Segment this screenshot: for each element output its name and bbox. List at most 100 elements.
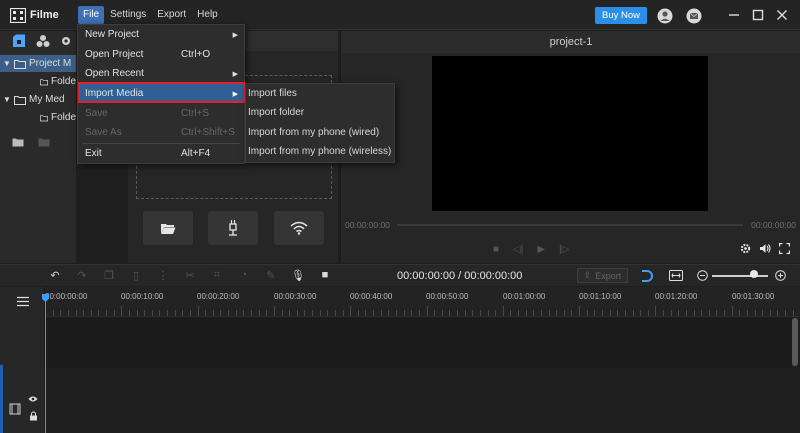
split-icon[interactable]: ⋮ (156, 269, 170, 282)
expand-arrow-icon[interactable]: ▼ (0, 95, 14, 104)
tree-item-folder[interactable]: Folde (0, 109, 76, 126)
menu-item-shortcut: Alt+F4 (181, 148, 211, 159)
settings-gear-icon[interactable] (740, 243, 751, 254)
undo-icon[interactable]: ↶ (48, 269, 62, 282)
cut-icon[interactable]: ✂ (183, 269, 197, 282)
new-folder-icon[interactable] (12, 137, 24, 147)
menu-settings[interactable]: Settings (105, 6, 151, 24)
ruler-tick (357, 310, 359, 316)
ruler-tick (243, 310, 245, 316)
import-phone-wireless-button[interactable] (274, 211, 324, 245)
play-icon[interactable]: ▶ (537, 244, 545, 255)
ruler-tick (159, 310, 161, 316)
delete-folder-icon[interactable] (38, 137, 50, 147)
copy-icon[interactable]: ❐ (102, 269, 116, 282)
menu-item-label: New Project (85, 29, 139, 40)
ruler-tick (205, 310, 207, 316)
menu-file[interactable]: File (78, 6, 105, 24)
ruler-tick (457, 310, 459, 316)
settings-tab-icon[interactable] (60, 34, 72, 48)
previous-frame-icon[interactable]: ◁| (513, 244, 523, 255)
import-phone-wired-button[interactable] (208, 211, 258, 245)
minimize-icon[interactable] (726, 7, 742, 23)
submenu-import-phone-wireless[interactable]: Import from my phone (wireless) (246, 142, 394, 161)
preview-panel: project-1 00:00:00:00 00:00:00:00 ■ ◁| ▶… (340, 31, 800, 263)
fit-timeline-icon[interactable] (669, 270, 683, 281)
media-tab-icon[interactable] (12, 34, 26, 48)
tree-item-project-media[interactable]: ▼ Project M (0, 55, 76, 72)
ruler-tick (518, 310, 520, 316)
ruler-tick (403, 310, 405, 316)
edit-pencil-icon[interactable]: ✎ (264, 269, 278, 282)
file-menu-save[interactable]: Save Ctrl+S (78, 104, 244, 123)
submenu-import-files[interactable]: Import files (246, 84, 394, 103)
submenu-import-folder[interactable]: Import folder (246, 103, 394, 122)
redo-icon[interactable]: ↷ (75, 269, 89, 282)
file-menu-open-project[interactable]: Open Project Ctrl+O (78, 45, 244, 64)
menu-help[interactable]: Help (192, 6, 223, 24)
tree-item-my-media[interactable]: ▼ My Med (0, 91, 76, 108)
expand-arrow-icon[interactable]: ▼ (0, 59, 14, 68)
video-track[interactable] (45, 318, 792, 368)
preview-current-time: 00:00:00:00 (345, 220, 390, 230)
export-button[interactable]: ⇪ Export (577, 268, 628, 283)
record-camera-icon[interactable]: ■ (318, 269, 332, 282)
visibility-eye-icon[interactable] (28, 395, 38, 403)
playback-controls: ■ ◁| ▶ |▷ (493, 244, 569, 255)
preview-scrubber[interactable] (397, 224, 743, 226)
ruler-tick (746, 310, 748, 316)
mail-icon[interactable] (686, 8, 702, 24)
folder-icon (40, 78, 48, 85)
ruler-tick (342, 310, 344, 316)
zoom-slider[interactable] (712, 275, 768, 277)
effects-tab-icon[interactable] (36, 34, 50, 48)
stop-icon[interactable]: ■ (493, 244, 499, 255)
microphone-icon[interactable]: 🎙 (291, 269, 305, 282)
ruler-tick (289, 310, 291, 316)
zoom-slider-knob[interactable] (750, 270, 758, 278)
timeline-time-display: 00:00:00:00 / 00:00:00:00 (397, 270, 523, 282)
menu-hamburger-icon[interactable] (16, 296, 30, 307)
wifi-icon (290, 221, 308, 235)
snap-magnet-icon[interactable] (640, 270, 653, 282)
file-menu-exit[interactable]: Exit Alt+F4 (78, 144, 244, 163)
submenu-import-phone-wired[interactable]: Import from my phone (wired) (246, 123, 394, 142)
audio-track[interactable] (45, 369, 792, 433)
ruler-tick (113, 310, 115, 316)
ruler-tick (266, 310, 268, 316)
fullscreen-icon[interactable] (779, 243, 790, 254)
import-folder-button[interactable] (143, 211, 193, 245)
delete-icon[interactable]: ▯ (129, 269, 143, 282)
crop-icon[interactable]: ⌗ (210, 269, 224, 282)
export-icon: ⇪ (583, 270, 592, 280)
ruler-tick (724, 310, 726, 316)
tree-item-folder[interactable]: Folde (0, 73, 76, 90)
zoom-out-icon[interactable] (697, 270, 708, 281)
menu-item-label: Save (85, 108, 108, 119)
user-account-icon[interactable] (657, 8, 673, 24)
file-menu-save-as[interactable]: Save As Ctrl+Shift+S (78, 123, 244, 142)
volume-icon[interactable] (759, 243, 771, 254)
speed-icon[interactable]: ◔ (237, 269, 251, 282)
timeline-vertical-scrollbar[interactable] (792, 318, 798, 366)
buy-now-button[interactable]: Buy Now (595, 7, 647, 24)
timeline-ruler[interactable]: 00:00:00:00 00:00:10:00 00:00:20:00 00:0… (45, 287, 800, 317)
ruler-tick (609, 310, 611, 316)
ruler-tick (472, 310, 474, 316)
playhead-line[interactable] (45, 297, 46, 433)
ruler-tick (563, 310, 565, 316)
menu-export[interactable]: Export (152, 6, 191, 24)
zoom-in-icon[interactable] (775, 270, 786, 281)
close-icon[interactable] (774, 7, 790, 23)
lock-icon[interactable] (29, 411, 38, 421)
ruler-tick (182, 310, 184, 316)
export-label: Export (595, 270, 622, 281)
maximize-icon[interactable] (750, 7, 766, 23)
file-menu-new-project[interactable]: New Project ▶ (78, 25, 244, 44)
ruler-tick (365, 310, 367, 316)
menu-item-shortcut: Ctrl+Shift+S (181, 127, 235, 138)
file-menu-open-recent[interactable]: Open Recent ▶ (78, 64, 244, 83)
next-frame-icon[interactable]: |▷ (559, 244, 569, 255)
ruler-label: 00:00:10:00 (121, 292, 164, 301)
ruler-tick (319, 310, 321, 316)
